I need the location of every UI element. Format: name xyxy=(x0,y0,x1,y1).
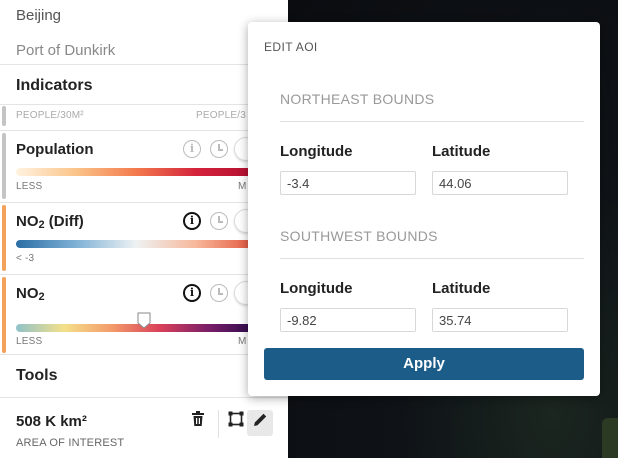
draw-area-icon[interactable] xyxy=(223,410,249,436)
divider xyxy=(0,354,288,355)
northeast-latitude-label: Latitude xyxy=(432,143,491,160)
southwest-bounds-title: SOUTHWEST BOUNDS xyxy=(280,228,438,244)
info-icon[interactable]: i xyxy=(183,140,201,158)
divider xyxy=(280,121,584,122)
northeast-longitude-label: Longitude xyxy=(280,143,353,160)
northeast-bounds-title: NORTHEAST BOUNDS xyxy=(280,91,435,107)
southwest-latitude-input[interactable] xyxy=(432,308,568,332)
northeast-latitude-input[interactable] xyxy=(432,171,568,195)
map-landmass xyxy=(602,418,618,458)
layer-color-bar xyxy=(2,106,6,126)
divider xyxy=(0,104,288,105)
layer-color-bar xyxy=(2,277,6,353)
layer-no2: NO2 i LESS M xyxy=(0,275,288,353)
legend-gradient xyxy=(16,168,256,176)
location-item-beijing[interactable]: Beijing xyxy=(16,7,61,24)
tools-title: Tools xyxy=(16,367,58,384)
aoi-area-label: AREA OF INTEREST xyxy=(16,437,125,449)
divider xyxy=(0,64,288,65)
legend-min-label: < -3 xyxy=(16,253,35,264)
clock-icon[interactable] xyxy=(210,212,228,230)
layer-title: NO2 (Diff) xyxy=(16,213,84,231)
legend-min-label: LESS xyxy=(16,336,43,347)
indicators-title: Indicators xyxy=(16,77,93,94)
location-item-port-of-dunkirk[interactable]: Port of Dunkirk xyxy=(16,42,115,59)
layer-no2-diff: NO2 (Diff) i < -3 xyxy=(0,203,288,273)
legend-max-label: M xyxy=(238,181,247,192)
edit-aoi-dialog: EDIT AOI NORTHEAST BOUNDS Longitude Lati… xyxy=(248,22,600,396)
southwest-latitude-label: Latitude xyxy=(432,280,491,297)
legend-min-label: PEOPLE/30M² xyxy=(16,110,84,121)
tool-separator xyxy=(218,410,219,438)
trash-icon[interactable] xyxy=(185,410,211,436)
layer-title: Population xyxy=(16,141,94,158)
sidebar: Beijing Port of Dunkirk Indicators PEOPL… xyxy=(0,0,288,458)
aoi-area-value: 508 K km² xyxy=(16,413,87,430)
info-icon[interactable]: i xyxy=(183,212,201,230)
legend-min-label: LESS xyxy=(16,181,43,192)
pencil-icon[interactable] xyxy=(247,410,273,436)
legend-gradient xyxy=(16,324,256,332)
legend-max-label: M xyxy=(238,336,247,347)
southwest-longitude-input[interactable] xyxy=(280,308,416,332)
layer-color-bar xyxy=(2,205,6,271)
divider xyxy=(0,397,288,398)
apply-button[interactable]: Apply xyxy=(264,348,584,380)
layer-title: NO2 xyxy=(16,285,45,303)
southwest-longitude-label: Longitude xyxy=(280,280,353,297)
legend-slider-handle-icon[interactable] xyxy=(137,312,151,329)
clock-icon[interactable] xyxy=(210,284,228,302)
layer-color-bar xyxy=(2,133,6,199)
info-icon[interactable]: i xyxy=(183,284,201,302)
layer-population: Population i LESS M xyxy=(0,131,288,201)
divider xyxy=(280,258,584,259)
dialog-title: EDIT AOI xyxy=(264,40,318,54)
northeast-longitude-input[interactable] xyxy=(280,171,416,195)
legend-max-label: PEOPLE/3 xyxy=(196,110,246,121)
clock-icon[interactable] xyxy=(210,140,228,158)
legend-gradient xyxy=(16,240,256,248)
